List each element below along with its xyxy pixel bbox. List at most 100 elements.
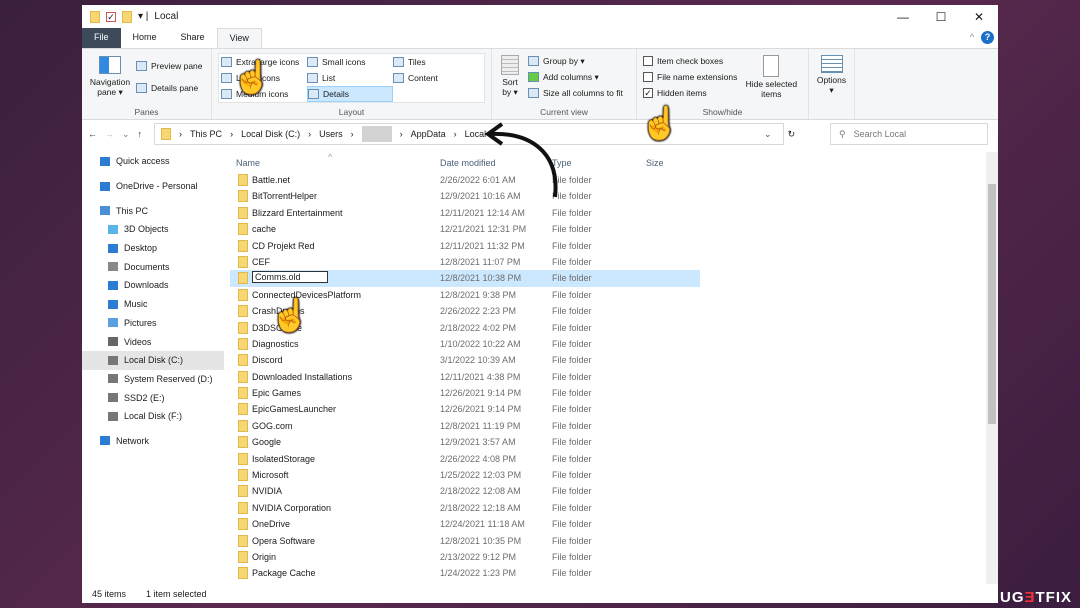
collapse-ribbon-icon[interactable]: ^ <box>970 32 974 42</box>
sidebar-item[interactable]: Local Disk (C:) <box>82 350 224 370</box>
file-row[interactable]: Epic Games 12/26/2021 9:14 PM File folder <box>230 385 700 401</box>
layout-option[interactable]: List <box>307 70 393 86</box>
address-dropdown-icon[interactable]: ⌄ <box>764 129 772 140</box>
folder-icon <box>238 485 248 498</box>
file-date: 12/8/2021 11:07 PM <box>440 256 521 267</box>
back-icon[interactable]: ← <box>88 129 97 139</box>
forward-icon[interactable]: → <box>105 129 114 139</box>
properties-icon[interactable]: ✓ <box>106 11 116 22</box>
sidebar-item[interactable]: Quick access <box>82 152 224 171</box>
sidebar-item[interactable]: Pictures <box>82 314 224 333</box>
help-icon[interactable]: ? <box>981 31 994 44</box>
sort-ascending-icon: ^ <box>328 152 333 162</box>
breadcrumb-item[interactable]: Local Disk (C:) <box>241 129 300 139</box>
file-row[interactable]: NVIDIA 2/18/2022 12:08 AM File folder <box>230 483 700 499</box>
file-row[interactable]: IsolatedStorage 2/26/2022 4:08 PM File fol… <box>230 451 700 467</box>
file-row[interactable]: Opera Software 12/8/2021 10:35 PM File fol… <box>230 533 700 549</box>
sort-by-button[interactable]: Sort by ▾ <box>498 53 522 105</box>
file-row[interactable]: NVIDIA Corporation 2/18/2022 12:18 AM File… <box>230 500 700 516</box>
file-row[interactable]: Google 12/9/2021 3:57 AM File folder <box>230 434 700 450</box>
chevron-right-icon: › <box>350 129 354 139</box>
sidebar-item[interactable]: SSD2 (E:) <box>82 388 224 407</box>
file-row[interactable]: Origin 2/13/2022 9:12 PM File folder <box>230 549 700 565</box>
add-columns-button[interactable]: Add columns ▾ <box>528 69 623 85</box>
sidebar-item[interactable]: Desktop <box>82 239 224 258</box>
checkmark-icon: ✓ <box>643 88 653 98</box>
sidebar-item[interactable]: Downloads <box>82 276 224 295</box>
scrollbar-thumb[interactable] <box>988 184 996 424</box>
file-row[interactable]: CEF 12/8/2021 11:07 PM File folder <box>230 254 700 270</box>
sidebar-item-label: Local Disk (C:) <box>124 355 184 366</box>
size-all-columns-button[interactable]: Size all columns to fit <box>528 85 623 101</box>
sidebar-item[interactable]: Network <box>82 432 224 451</box>
file-type: File folder <box>552 420 592 431</box>
maximize-button[interactable]: ☐ <box>922 5 960 28</box>
layout-icon <box>307 73 318 83</box>
breadcrumb-item[interactable]: AppData <box>411 129 446 139</box>
group-by-button[interactable]: Group by ▾ <box>528 53 623 69</box>
layout-icon <box>307 57 318 67</box>
sidebar-item[interactable]: Music <box>82 295 224 314</box>
tab-home[interactable]: Home <box>121 28 169 48</box>
hide-selected-items-button[interactable]: Hide selected items <box>743 53 799 105</box>
folder-icon <box>238 567 248 580</box>
sidebar-item[interactable]: System Reserved (D:) <box>82 370 224 389</box>
breadcrumb-item[interactable] <box>361 126 392 142</box>
file-row[interactable]: Package Cache 1/24/2022 1:23 PM File folde… <box>230 565 700 581</box>
refresh-icon[interactable]: ↻ <box>788 129 796 140</box>
details-pane-icon <box>136 83 147 93</box>
folder-icon <box>238 403 248 416</box>
file-row[interactable]: CD Projekt Red 12/11/2021 11:32 PM File fo… <box>230 238 700 254</box>
layout-option[interactable]: Content <box>393 70 479 86</box>
file-row[interactable]: Discord 3/1/2022 10:39 AM File folder <box>230 352 700 368</box>
quick-access-dropdown-icon[interactable]: ▾ | <box>138 11 148 22</box>
new-folder-icon[interactable] <box>122 10 132 23</box>
breadcrumb-item[interactable]: Users <box>319 129 343 139</box>
tab-view[interactable]: View <box>216 28 262 48</box>
close-button[interactable]: ✕ <box>960 5 998 28</box>
file-row[interactable]: Comms.old 12/8/2021 10:38 PM File folder <box>230 270 700 287</box>
recent-locations-icon[interactable]: ⌄ <box>122 129 130 140</box>
layout-option[interactable]: Details <box>307 86 393 102</box>
tab-file[interactable]: File <box>82 28 121 48</box>
file-row[interactable]: cache 12/21/2021 12:31 PM File folder <box>230 221 700 237</box>
file-row[interactable]: GOG.com 12/8/2021 11:19 PM File folder <box>230 418 700 434</box>
vertical-scrollbar[interactable] <box>986 152 998 584</box>
minimize-button[interactable]: — <box>884 5 922 28</box>
layout-option[interactable]: Small icons <box>307 54 393 70</box>
file-row[interactable]: Diagnostics 1/10/2022 10:22 AM File folder <box>230 336 700 352</box>
search-input[interactable]: ⚲ Search Local <box>830 123 988 145</box>
file-row[interactable]: Downloaded Installations 12/11/2021 4:38 … <box>230 369 700 385</box>
address-bar[interactable]: › This PC › Local Disk (C:) › Users › › AppData ›… <box>154 123 785 145</box>
sidebar-item[interactable]: OneDrive - Personal <box>82 177 224 196</box>
file-date: 12/8/2021 9:38 PM <box>440 289 517 300</box>
item-check-boxes-checkbox[interactable]: Item check boxes <box>643 53 737 69</box>
column-name[interactable]: Name <box>236 158 260 168</box>
file-type: File folder <box>552 551 592 562</box>
file-row[interactable]: BitTorrentHelper 12/9/2021 10:16 AM File f… <box>230 188 700 204</box>
file-row[interactable]: Battle.net 2/26/2022 6:01 AM File folder <box>230 172 700 188</box>
sidebar-item[interactable]: Videos <box>82 332 224 351</box>
sidebar-item[interactable]: Local Disk (F:) <box>82 407 224 426</box>
file-row[interactable]: Blizzard Entertainment 12/11/2021 12:14 A… <box>230 205 700 221</box>
file-name-extensions-checkbox[interactable]: File name extensions <box>643 69 737 85</box>
layout-option[interactable]: Tiles <box>393 54 479 70</box>
sidebar-item[interactable]: This PC <box>82 201 224 220</box>
details-pane-button[interactable]: Details pane <box>136 77 203 99</box>
desktop-icon <box>108 243 118 253</box>
sidebar-item-label: 3D Objects <box>124 224 169 235</box>
navigation-pane-button[interactable]: Navigation pane ▾ <box>88 53 132 105</box>
file-name-extensions-label: File name extensions <box>657 72 738 82</box>
file-row[interactable]: EpicGamesLauncher 12/26/2021 9:14 PM File … <box>230 401 700 417</box>
sidebar-item[interactable]: Documents <box>82 257 224 276</box>
hidden-items-checkbox[interactable]: ✓ Hidden items <box>643 85 737 101</box>
file-row[interactable]: OneDrive 12/24/2021 11:18 AM File folder <box>230 516 700 532</box>
file-row[interactable]: Microsoft 1/25/2022 12:03 PM File folder <box>230 467 700 483</box>
sidebar-item[interactable]: 3D Objects <box>82 220 224 239</box>
up-icon[interactable]: ↑ <box>138 129 143 139</box>
breadcrumb-item[interactable]: This PC <box>190 129 222 139</box>
options-button[interactable]: Options ▾ <box>809 49 855 119</box>
preview-pane-button[interactable]: Preview pane <box>136 55 203 77</box>
column-size[interactable]: Size <box>646 158 664 168</box>
tab-share[interactable]: Share <box>169 28 217 48</box>
